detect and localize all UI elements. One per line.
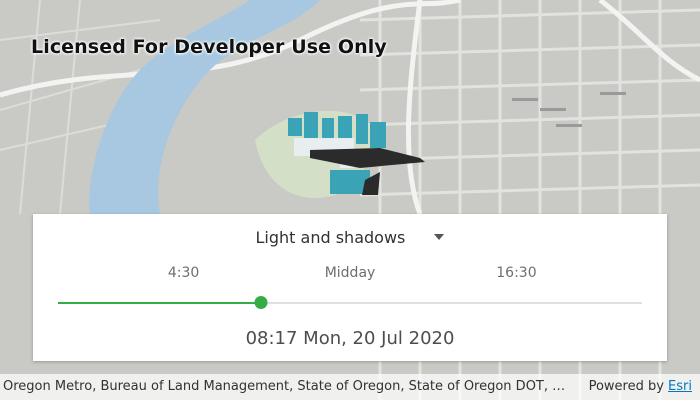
esri-link[interactable]: Esri [668,379,692,394]
daylight-panel: Light and shadows 4:30 Midday 16:30 08:1… [33,214,667,361]
tick-label: 4:30 [167,265,200,281]
tick-label: 16:30 [496,265,537,281]
mode-dropdown-label: Light and shadows [255,228,406,247]
chevron-down-icon [434,233,445,240]
attribution-bar: Oregon Metro, Bureau of Land Management,… [0,374,700,400]
tick-label: Midday [324,265,376,281]
time-slider[interactable] [58,296,642,309]
time-slider-handle[interactable] [254,296,268,309]
license-watermark: Licensed For Developer Use Only [31,36,387,58]
powered-by-label: Powered by [588,379,669,394]
mode-dropdown[interactable]: Light and shadows [33,228,667,247]
attribution-sources[interactable]: Oregon Metro, Bureau of Land Management,… [3,374,568,400]
current-datetime: 08:17 Mon, 20 Jul 2020 [245,328,455,349]
time-slider-fill [58,302,261,304]
powered-by: Powered by Esri [589,374,692,400]
